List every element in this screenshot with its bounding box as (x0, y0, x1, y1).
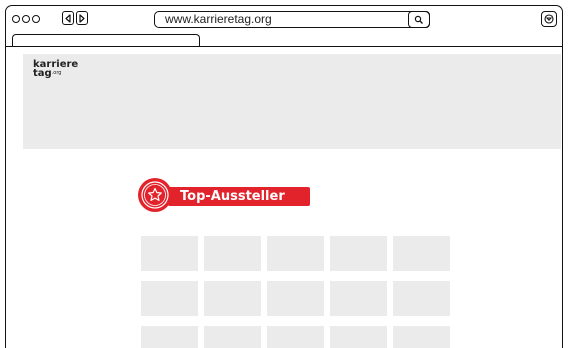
back-button[interactable] (62, 11, 74, 25)
menu-icon (544, 14, 554, 24)
exhibitor-tile[interactable] (267, 236, 324, 271)
star-icon (141, 181, 169, 209)
exhibitor-tile[interactable] (393, 326, 450, 348)
menu-button[interactable] (541, 11, 557, 27)
exhibitor-tile[interactable] (204, 236, 261, 271)
exhibitor-tile[interactable] (204, 281, 261, 316)
exhibitor-tile[interactable] (330, 326, 387, 348)
forward-button[interactable] (76, 11, 88, 25)
address-bar[interactable]: www.karrieretag.org (154, 11, 430, 28)
exhibitor-tile[interactable] (330, 281, 387, 316)
exhibitor-tile[interactable] (330, 236, 387, 271)
search-button[interactable] (408, 11, 430, 28)
site-header: karriere tag.org (23, 54, 561, 149)
logo-line2: tag (33, 68, 52, 79)
window-minimize-dot[interactable] (22, 15, 30, 23)
tab-divider (6, 46, 562, 48)
logo-sup: .org (51, 70, 62, 76)
browser-toolbar: www.karrieretag.org (6, 6, 562, 34)
site-logo[interactable]: karriere tag.org (33, 60, 78, 79)
window-close-dot[interactable] (12, 15, 20, 23)
back-arrow-icon (65, 13, 71, 23)
browser-window: www.karrieretag.org karriere tag.org Top… (5, 5, 563, 348)
exhibitor-tile[interactable] (141, 326, 198, 348)
badge-emblem (138, 178, 172, 212)
exhibitor-tile[interactable] (204, 326, 261, 348)
window-maximize-dot[interactable] (32, 15, 40, 23)
exhibitor-tile[interactable] (267, 326, 324, 348)
exhibitor-tile[interactable] (141, 281, 198, 316)
exhibitor-tile[interactable] (141, 236, 198, 271)
exhibitor-tile[interactable] (393, 236, 450, 271)
url-text: www.karrieretag.org (165, 12, 272, 26)
badge-label: Top-Aussteller (168, 187, 310, 206)
exhibitor-tile[interactable] (393, 281, 450, 316)
exhibitor-tile[interactable] (267, 281, 324, 316)
forward-arrow-icon (79, 13, 85, 23)
search-icon (414, 15, 423, 24)
